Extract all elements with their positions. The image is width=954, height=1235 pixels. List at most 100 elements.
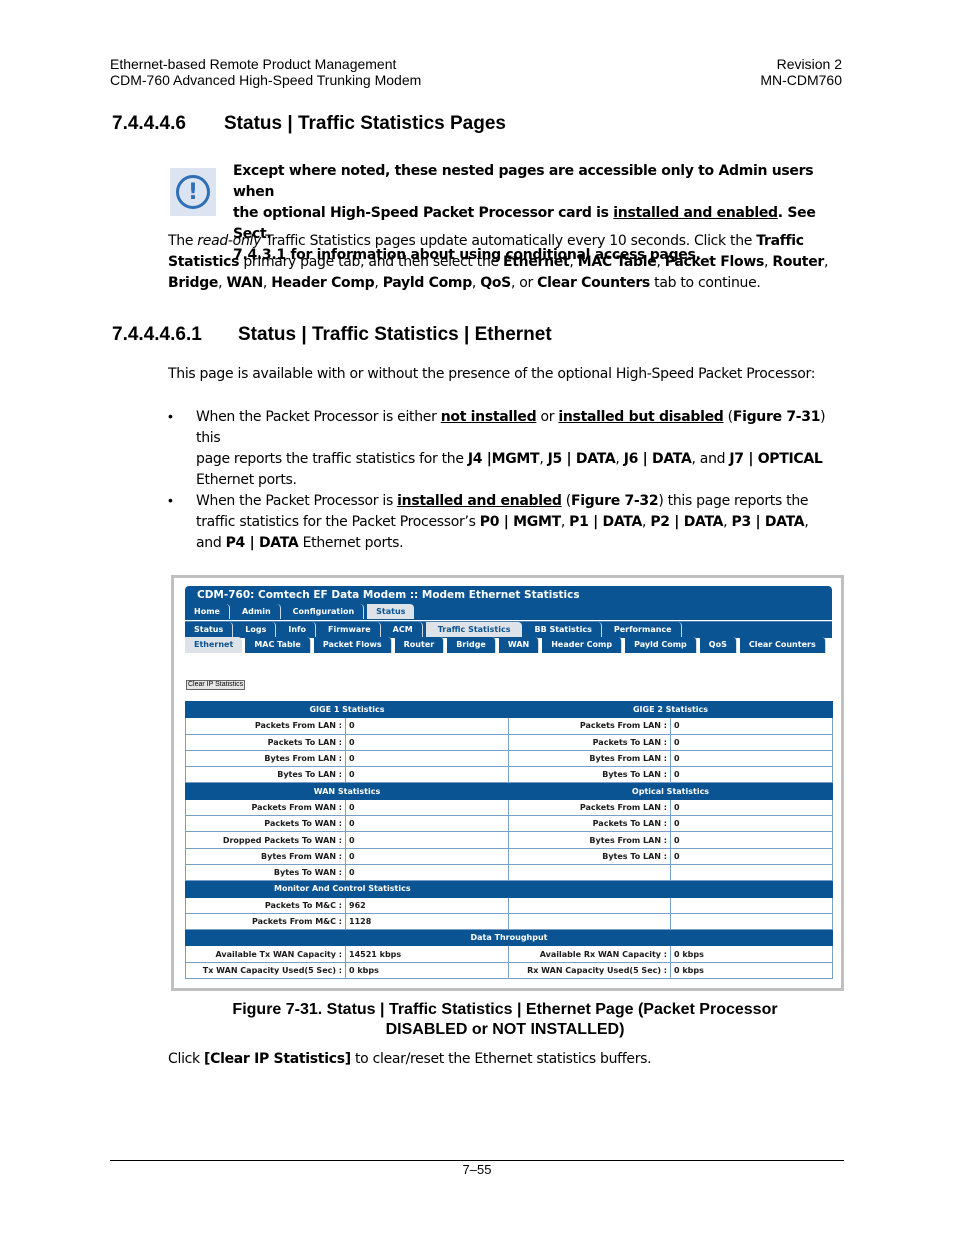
running-header-right: Revision 2 MN-CDM760 xyxy=(760,56,842,88)
header-product: CDM-760 Advanced High-Speed Trunking Mod… xyxy=(110,72,422,88)
port-name: J5 | DATA xyxy=(547,451,616,467)
tab-payld-comp[interactable]: Payld Comp xyxy=(625,637,697,653)
tab-status[interactable]: Status xyxy=(367,604,415,619)
stat-label: Packets To M&C : xyxy=(185,896,346,914)
stat-value: 0 xyxy=(345,798,509,817)
tab-configuration[interactable]: Configuration xyxy=(283,604,365,619)
tab-logs[interactable]: Logs xyxy=(236,622,277,637)
stat-label: Bytes To LAN : xyxy=(185,766,346,784)
stat-label: Bytes From WAN : xyxy=(185,847,346,865)
bullet-icon: • xyxy=(168,492,173,508)
tab-bb-statistics[interactable]: BB Statistics xyxy=(525,622,602,637)
text-bold: Packet Flows xyxy=(664,254,765,270)
table-row: Bytes From WAN :0 Bytes To LAN :0 xyxy=(185,847,833,865)
stat-value: 0 kbps xyxy=(345,961,509,980)
gige2-header: GIGE 2 Statistics xyxy=(508,700,833,719)
header-doc-title: Ethernet-based Remote Product Management xyxy=(110,56,397,72)
text-bold: Header Comp xyxy=(271,275,375,291)
stat-label: Available Tx WAN Capacity : xyxy=(185,945,346,963)
section-title: Status | Traffic Statistics | Ethernet xyxy=(238,324,552,345)
section-title: Status | Traffic Statistics Pages xyxy=(224,113,506,134)
text-bold: Ethernet xyxy=(503,254,570,270)
tab-traffic-statistics[interactable]: Traffic Statistics xyxy=(425,622,523,637)
tab-mac-table[interactable]: MAC Table xyxy=(245,637,311,653)
stat-label: Packets From WAN : xyxy=(185,798,346,817)
stat-value: 0 xyxy=(345,733,509,751)
tab-router[interactable]: Router xyxy=(394,637,445,653)
web-page-title: CDM-760: Comtech EF Data Modem :: Modem … xyxy=(185,586,832,604)
important-notice-icon: ! xyxy=(170,168,216,216)
statistics-table: GIGE 1 Statistics GIGE 2 Statistics Pack… xyxy=(185,700,833,980)
stat-label: Packets From LAN : xyxy=(508,717,671,735)
text-bold: Router xyxy=(772,254,825,270)
caption-line: DISABLED or NOT INSTALLED) xyxy=(385,1021,625,1038)
stat-label: Bytes From LAN : xyxy=(508,831,671,849)
section-number: 7.4.4.4.6.1 xyxy=(112,324,202,345)
page-number: 7–55 xyxy=(462,1162,492,1177)
tab-info[interactable]: Info xyxy=(279,622,317,637)
gige1-header: GIGE 1 Statistics xyxy=(185,700,509,719)
empty-cell xyxy=(670,912,833,931)
availability-text: This page is available with or without t… xyxy=(168,366,816,382)
tab-performance[interactable]: Performance xyxy=(604,622,682,637)
intro-paragraph: The read-only Traffic Statistics pages u… xyxy=(168,233,829,291)
tab-admin[interactable]: Admin xyxy=(232,604,281,619)
stat-label: Packets From LAN : xyxy=(508,798,671,817)
text: Traffic Statistics pages update automati… xyxy=(261,233,757,249)
stat-value: 0 xyxy=(345,831,509,849)
port-name: P0 | MGMT xyxy=(479,514,561,530)
tab-ethernet[interactable]: Ethernet xyxy=(185,637,243,653)
button-reference: [Clear IP Statistics] xyxy=(204,1051,351,1067)
text-bold: WAN xyxy=(226,275,263,291)
stat-value: 0 xyxy=(345,766,509,784)
table-row: Available Tx WAN Capacity :14521 kbps Av… xyxy=(185,945,833,963)
tab-clear-counters[interactable]: Clear Counters xyxy=(739,637,826,653)
table-row: Packets From WAN :0 Packets From LAN :0 xyxy=(185,798,833,817)
figure-reference: Figure 7-31 xyxy=(732,409,821,425)
empty-cell xyxy=(508,863,671,882)
tab-qos[interactable]: QoS xyxy=(699,637,737,653)
primary-nav: Home Admin Configuration Status xyxy=(185,604,832,620)
figure-caption: Figure 7-31. Status | Traffic Statistics… xyxy=(110,1000,900,1040)
tab-firmware[interactable]: Firmware xyxy=(319,622,381,637)
port-name: J6 | DATA xyxy=(623,451,692,467)
table-row: Bytes From LAN :0 Bytes From LAN :0 xyxy=(185,749,833,768)
wan-header: WAN Statistics xyxy=(185,782,509,800)
stat-label: Packets From M&C : xyxy=(185,912,346,931)
stat-label: Rx WAN Capacity Used(5 Sec) : xyxy=(508,961,671,980)
stat-label: Bytes To WAN : xyxy=(185,863,346,882)
bullet-item-enabled: When the Packet Processor is installed a… xyxy=(196,493,809,551)
table-row: Packets To M&C :962 xyxy=(185,896,833,914)
throughput-header: Data Throughput xyxy=(185,929,833,947)
bullet-item-disabled: When the Packet Processor is either not … xyxy=(196,407,846,491)
clear-ip-statistics-button[interactable]: Clear IP Statistics xyxy=(186,680,246,690)
stat-value: 0 xyxy=(345,717,509,735)
table-row: Packets From M&C :1128 xyxy=(185,912,833,931)
mc-header: Monitor And Control Statistics xyxy=(185,880,833,898)
note-text: the optional High-Speed Packet Processor… xyxy=(233,205,614,221)
tab-wan[interactable]: WAN xyxy=(498,637,540,653)
port-name: J7 | OPTICAL xyxy=(729,451,823,467)
section-header-row: Data Throughput xyxy=(185,929,833,947)
optical-header: Optical Statistics xyxy=(508,782,833,800)
note-emphasis: installed and enabled xyxy=(613,205,778,221)
text-bold: Traffic xyxy=(756,233,804,249)
footer-divider xyxy=(110,1160,844,1161)
table-row: Bytes To LAN :0 Bytes To LAN :0 xyxy=(185,766,833,784)
stat-value: 1128 xyxy=(345,912,509,931)
stat-label: Tx WAN Capacity Used(5 Sec) : xyxy=(185,961,346,980)
tab-acm[interactable]: ACM xyxy=(383,622,423,637)
tab-status-sub[interactable]: Status xyxy=(185,622,234,637)
tab-bridge[interactable]: Bridge xyxy=(447,637,496,653)
caption-line: Figure 7-31. Status | Traffic Statistics… xyxy=(232,1001,778,1018)
stat-label: Packets To LAN : xyxy=(508,733,671,751)
stat-value: 0 xyxy=(670,798,833,817)
stat-value: 0 xyxy=(345,749,509,768)
tab-packet-flows[interactable]: Packet Flows xyxy=(313,637,392,653)
tab-header-comp[interactable]: Header Comp xyxy=(542,637,623,653)
section-header-row: GIGE 1 Statistics GIGE 2 Statistics xyxy=(185,700,833,719)
header-revision: Revision 2 xyxy=(776,56,842,72)
stat-value: 0 kbps xyxy=(670,945,833,963)
stat-value: 14521 kbps xyxy=(345,945,509,963)
tab-home[interactable]: Home xyxy=(185,604,230,619)
